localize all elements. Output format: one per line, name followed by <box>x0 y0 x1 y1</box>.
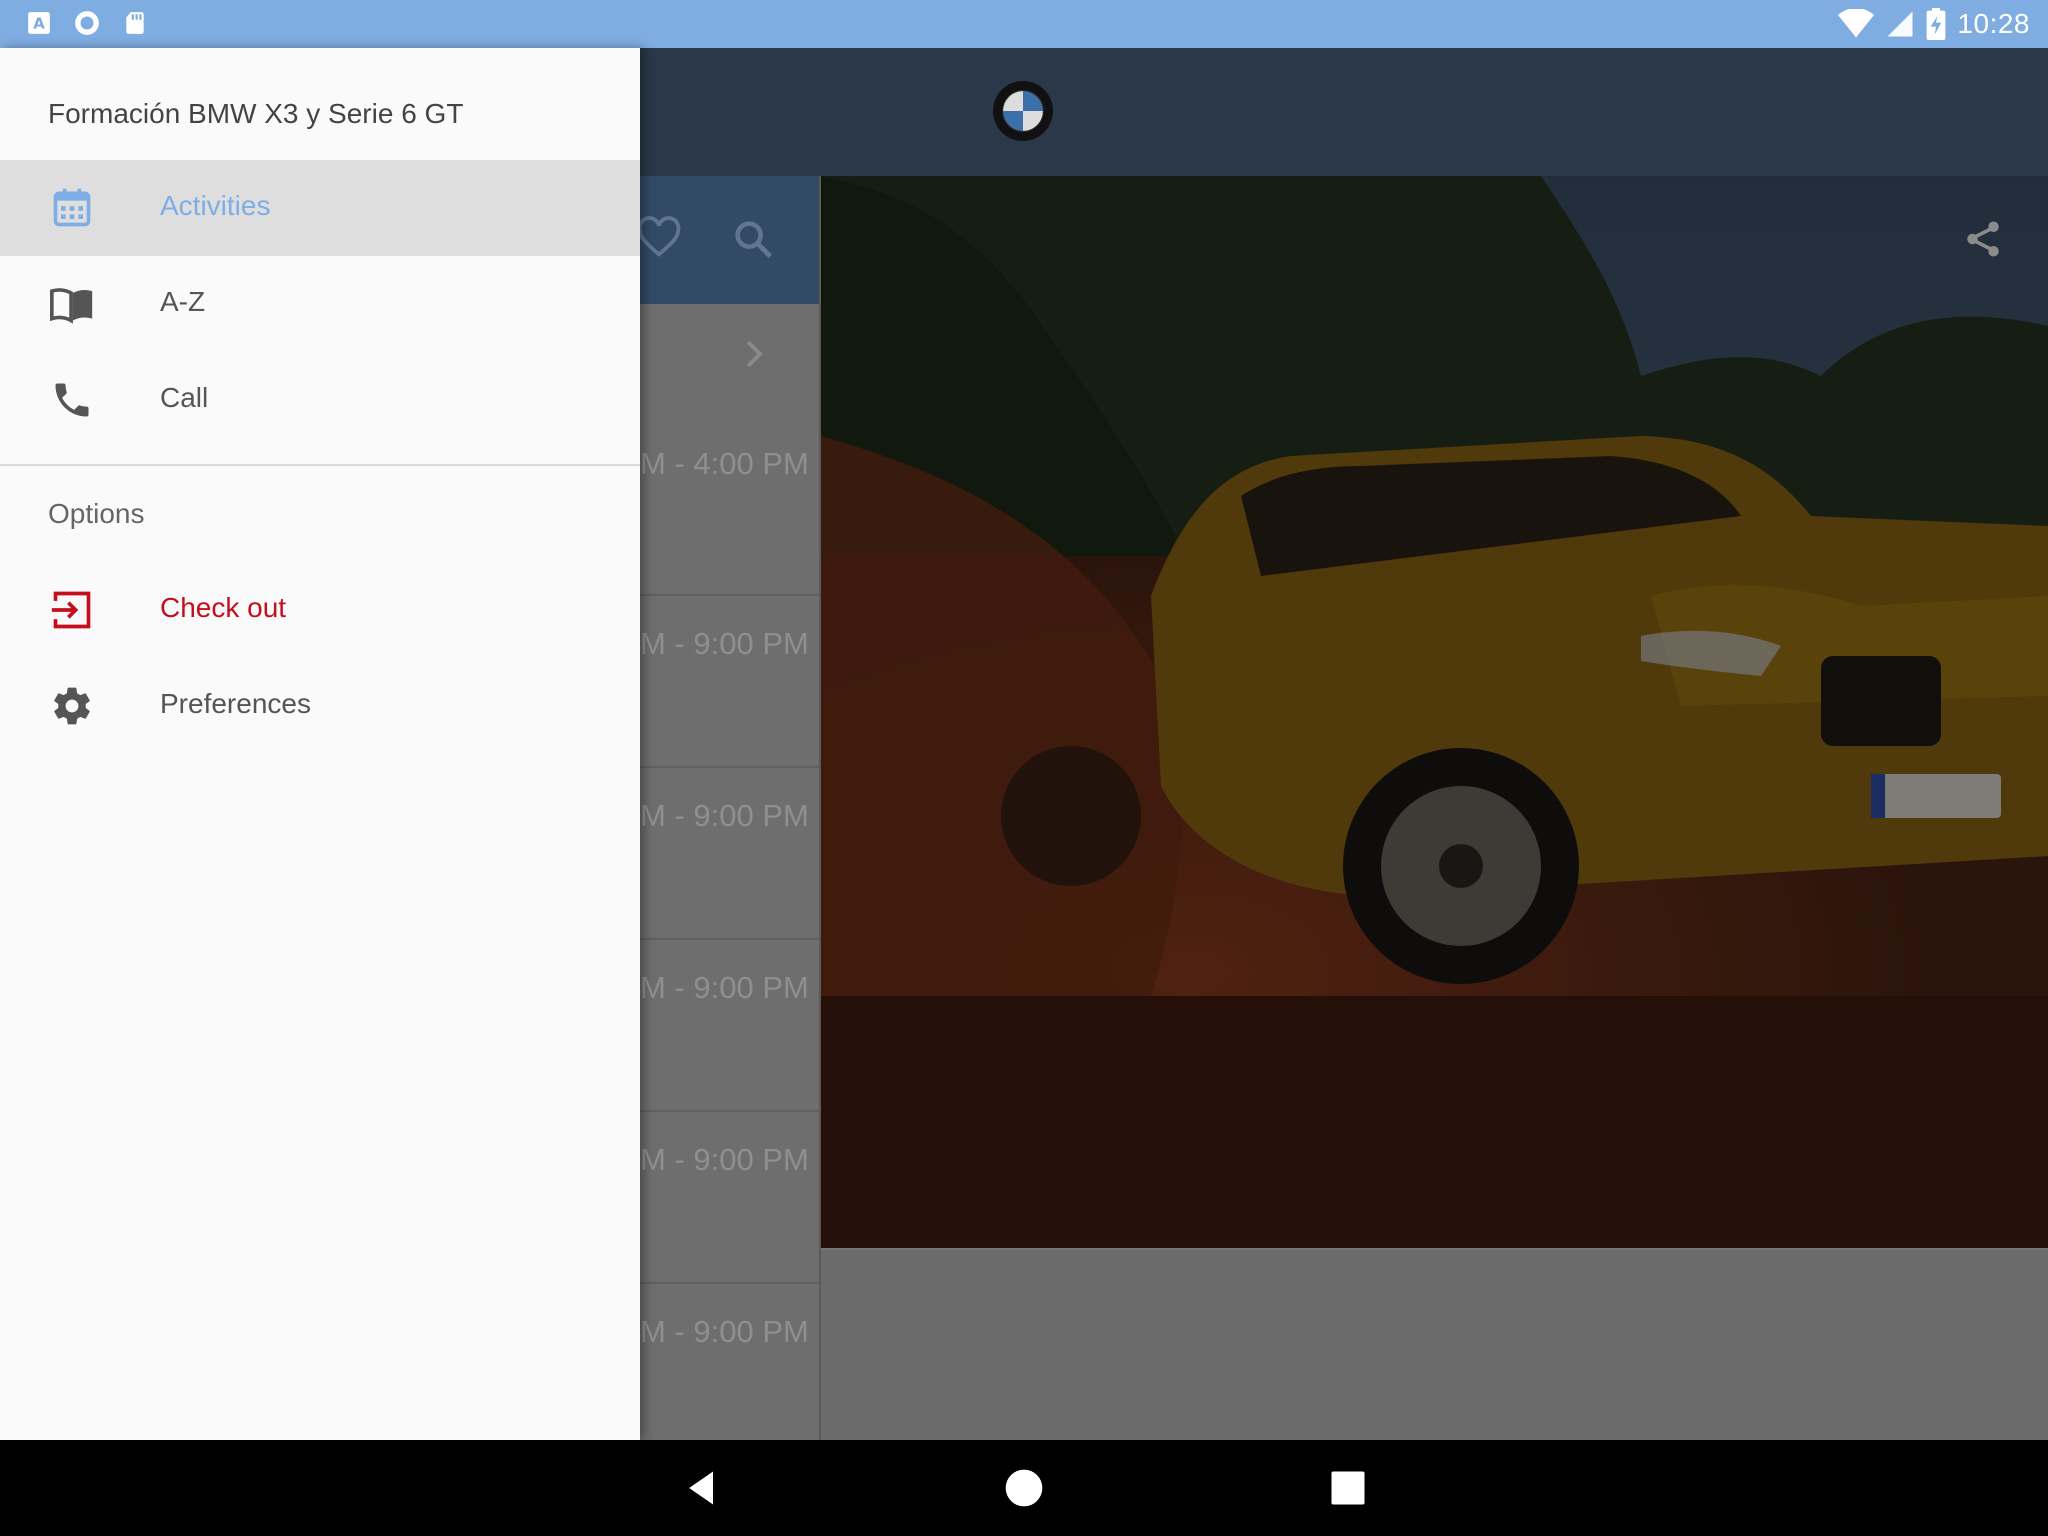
exit-icon <box>51 591 91 629</box>
hero-image <box>821 176 2048 1248</box>
nav-label-check-out: Check out <box>160 592 287 623</box>
home-icon[interactable] <box>1002 1466 1046 1510</box>
nav-item-preferences[interactable]: Preferences <box>0 658 640 754</box>
search-icon[interactable] <box>730 216 776 262</box>
nav-label-a-z: A-Z <box>160 286 206 317</box>
nav-item-check-out[interactable]: Check out <box>0 562 640 658</box>
nav-label-activities: Activities <box>160 190 271 221</box>
nav-item-a-z[interactable]: A-Z <box>0 256 640 352</box>
recents-icon[interactable] <box>1326 1466 1370 1510</box>
system-nav-bar <box>0 1440 2048 1536</box>
wifi-icon <box>1838 9 1875 38</box>
chevron-right-icon[interactable] <box>736 336 772 372</box>
font-icon: A <box>28 12 50 34</box>
drawer-title: Formación BMW X3 y Serie 6 GT <box>48 98 464 129</box>
nav-item-activities[interactable]: Activities <box>0 160 640 256</box>
sd-card-icon <box>126 12 144 34</box>
back-icon[interactable] <box>680 1466 724 1510</box>
status-bar: A 10:28 <box>0 0 2048 48</box>
nav-item-call[interactable]: Call <box>0 352 640 448</box>
bmw-logo <box>992 80 1054 142</box>
gear-icon <box>54 687 90 725</box>
navigation-drawer: Formación BMW X3 y Serie 6 GT Activities… <box>0 48 640 1440</box>
scrim-overlay <box>821 176 2048 1248</box>
book-icon <box>50 288 93 324</box>
nav-label-preferences: Preferences <box>160 688 311 719</box>
calendar-icon <box>53 188 91 227</box>
detail-content-area <box>821 1248 2048 1442</box>
circle-app-icon <box>75 11 99 35</box>
svg-text:A: A <box>33 14 45 32</box>
status-time: 10:28 <box>1957 8 2030 39</box>
nav-label-call: Call <box>160 382 209 413</box>
drawer-divider <box>0 464 640 466</box>
share-icon[interactable] <box>1962 218 2004 260</box>
heart-icon[interactable] <box>636 216 682 262</box>
signal-icon <box>1887 11 1913 37</box>
options-section-header: Options <box>48 498 145 529</box>
phone-icon <box>55 383 89 417</box>
battery-charging-icon <box>1927 8 1946 40</box>
